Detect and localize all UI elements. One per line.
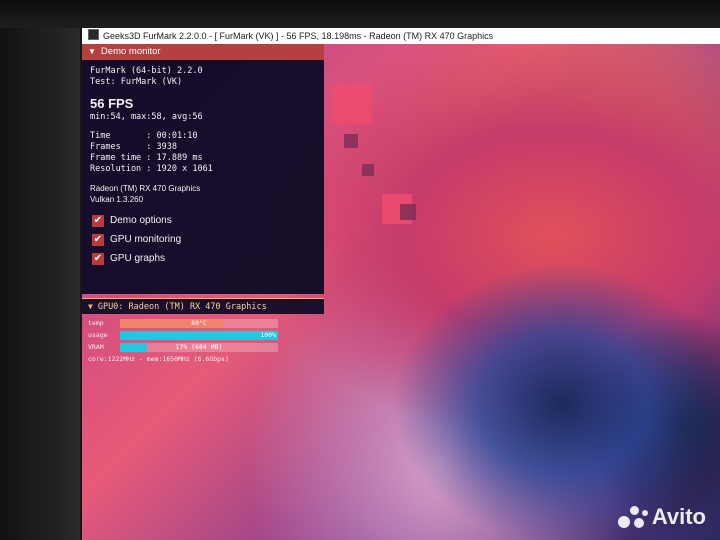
avito-logo-icon [617, 504, 648, 530]
avito-watermark: Avito [617, 504, 706, 530]
vram-label: VRAM [88, 343, 104, 351]
app-icon [88, 29, 99, 40]
vram-value: 17% (684 MB) [175, 342, 223, 351]
demo-monitor-body: FurMark (64-bit) 2.2.0 Test: FurMark (VK… [82, 60, 324, 294]
usage-label: usage [88, 331, 108, 339]
gpu-name-text: Radeon (TM) RX 470 Graphics [90, 184, 201, 193]
render-pixel-block [400, 204, 416, 220]
demo-monitor-panel: ▼ Demo monitor FurMark (64-bit) 2.2.0 Tes… [82, 44, 324, 540]
gpu-panel-header[interactable]: ▼ GPU0: Radeon (TM) RX 470 Graphics [82, 298, 324, 314]
monitor-bezel-top [0, 0, 720, 28]
resolution-stat: Resolution : 1920 x 1061 [90, 164, 213, 174]
collapse-icon: ▼ [88, 47, 96, 56]
test-text: Test: FurMark (VK) [90, 77, 183, 87]
check-icon: ✔ [92, 233, 104, 246]
check-icon: ✔ [92, 252, 104, 265]
checkbox-label: GPU monitoring [110, 234, 182, 245]
window-titlebar[interactable]: Geeks3D FurMark 2.2.0.0 - [ FurMark (VK)… [82, 28, 720, 44]
checkbox-label: Demo options [110, 215, 172, 226]
fps-value: 56 FPS [90, 96, 134, 111]
gpu-monitor-body: temp 80°C usage 100% VRAM 17% (684 MB) c… [82, 314, 324, 368]
gpu-graphs-checkbox[interactable]: ✔ GPU graphs [90, 249, 316, 268]
time-stat: Time : 00:01:10 [90, 131, 198, 141]
collapse-icon: ▼ [88, 302, 93, 311]
fps-stats: min:54, max:58, avg:56 [90, 112, 203, 122]
usage-bar: 100% [120, 330, 278, 340]
gpu-usage-row: usage 100% [88, 329, 318, 341]
render-pixel-block [362, 164, 374, 176]
usage-value: 100% [260, 330, 276, 339]
temp-bar: 80°C [120, 318, 278, 328]
options-list: ✔ Demo options ✔ GPU monitoring ✔ GPU gr… [90, 211, 316, 268]
gpu-vram-row: VRAM 17% (684 MB) [88, 341, 318, 353]
demo-monitor-header[interactable]: ▼ Demo monitor [82, 44, 324, 60]
check-icon: ✔ [92, 214, 104, 227]
gpu-monitoring-checkbox[interactable]: ✔ GPU monitoring [90, 230, 316, 249]
frames-stat: Frames : 3938 [90, 142, 177, 152]
render-pixel-block [344, 134, 358, 148]
window-title: Geeks3D FurMark 2.2.0.0 - [ FurMark (VK)… [103, 31, 494, 41]
demo-options-checkbox[interactable]: ✔ Demo options [90, 211, 316, 230]
clock-info: core:1222MHz - mem:1650MHz (6.6Gbps) [88, 355, 229, 363]
gpu-temp-row: temp 80°C [88, 317, 318, 329]
frame-time-stat: Frame time : 17.889 ms [90, 153, 203, 163]
monitor-bezel [0, 0, 80, 540]
gpu-panel-title: GPU0: Radeon (TM) RX 470 Graphics [97, 302, 267, 312]
furmark-window: Geeks3D FurMark 2.2.0.0 - [ FurMark (VK)… [82, 28, 720, 540]
version-text: FurMark (64-bit) 2.2.0 [90, 66, 203, 76]
vulkan-version-text: Vulkan 1.3.260 [90, 195, 144, 204]
temp-value: 80°C [191, 318, 207, 327]
watermark-text: Avito [651, 504, 706, 529]
checkbox-label: GPU graphs [110, 253, 166, 264]
render-pixel-block [332, 84, 372, 124]
temp-label: temp [88, 319, 104, 327]
vram-bar: 17% (684 MB) [120, 342, 278, 352]
demo-monitor-title: Demo monitor [100, 46, 161, 57]
